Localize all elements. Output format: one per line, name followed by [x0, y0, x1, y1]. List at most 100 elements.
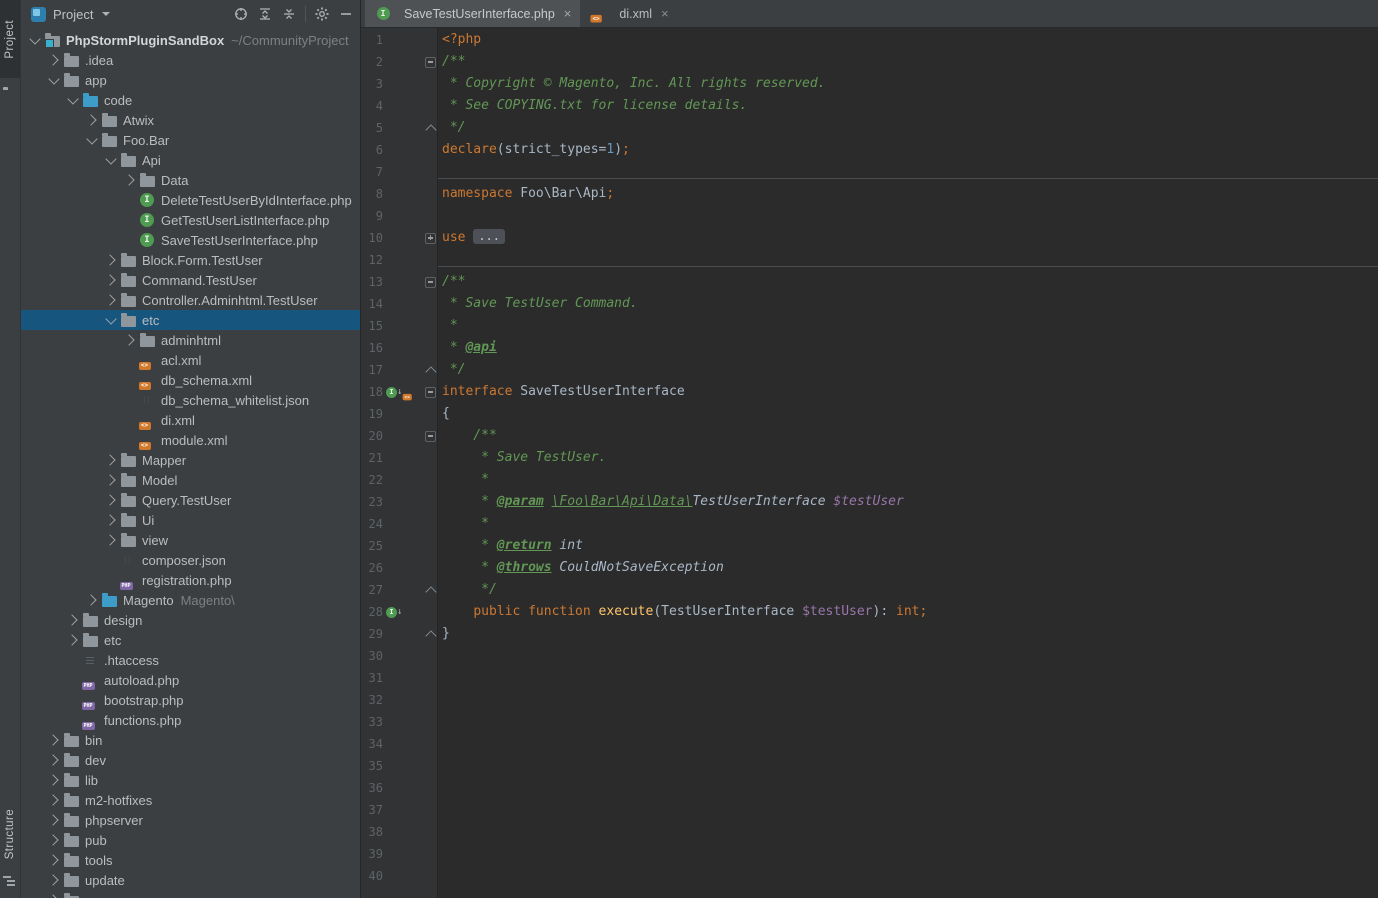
code-line-text[interactable]: /** — [442, 271, 465, 293]
code-line-text[interactable]: <?php — [442, 29, 481, 51]
tree-item-bootstrap-php[interactable]: PHPbootstrap.php — [21, 690, 360, 710]
code-line-text[interactable]: } — [442, 623, 450, 645]
locate-file-icon[interactable] — [233, 6, 249, 22]
tree-item-gettestuserlistinterface-php[interactable]: IGetTestUserListInterface.php — [21, 210, 360, 230]
tree-item-pub[interactable]: pub — [21, 830, 360, 850]
folded-imports-chip[interactable]: ... — [473, 229, 505, 244]
tree-chevron-closed-icon[interactable] — [101, 476, 120, 484]
project-view-combo[interactable]: Project — [31, 7, 110, 22]
code-line-text[interactable]: * @return int — [442, 535, 583, 557]
interface-implemented-icon[interactable]: I — [386, 387, 397, 398]
tree-item-registration-php[interactable]: PHPregistration.php — [21, 570, 360, 590]
code-line-text[interactable]: use ... — [442, 227, 505, 249]
code-line-text[interactable]: * @api — [442, 337, 497, 359]
tree-chevron-closed-icon[interactable] — [101, 296, 120, 304]
fold-marker-start[interactable] — [424, 51, 437, 73]
code-line-text[interactable]: */ — [442, 117, 465, 139]
code-line-text[interactable]: * See COPYING.txt for license details. — [442, 95, 747, 117]
tree-item-lib[interactable]: lib — [21, 770, 360, 790]
tree-chevron-closed-icon[interactable] — [63, 616, 82, 624]
fold-marker-start[interactable] — [424, 425, 437, 447]
fold-marker-end[interactable] — [424, 623, 437, 645]
settings-gear-icon[interactable] — [314, 6, 330, 22]
tree-chevron-closed-icon[interactable] — [44, 56, 63, 64]
tree-chevron-closed-icon[interactable] — [44, 856, 63, 864]
tree-item-api[interactable]: Api — [21, 150, 360, 170]
tree-chevron-closed-icon[interactable] — [120, 176, 139, 184]
code-line-text[interactable]: * @param \Foo\Bar\Api\Data\TestUserInter… — [442, 491, 904, 513]
tree-item-mapper[interactable]: Mapper — [21, 450, 360, 470]
code-line-text[interactable]: */ — [442, 579, 497, 601]
tree-item-etc[interactable]: etc — [21, 630, 360, 650]
tree-item-module-xml[interactable]: <>module.xml — [21, 430, 360, 450]
tree-chevron-closed-icon[interactable] — [82, 116, 101, 124]
fold-marker-folded[interactable] — [424, 227, 437, 249]
tree-item-m2-hotfixes[interactable]: m2-hotfixes — [21, 790, 360, 810]
tree-chevron-closed-icon[interactable] — [44, 816, 63, 824]
implementations-down-arrow-icon[interactable]: ↓ — [397, 607, 402, 617]
hide-panel-icon[interactable] — [338, 6, 354, 22]
tree-item-tools[interactable]: tools — [21, 850, 360, 870]
tree-item-code[interactable]: code — [21, 90, 360, 110]
tree-item-app[interactable]: app — [21, 70, 360, 90]
tree-chevron-closed-icon[interactable] — [44, 756, 63, 764]
tree-item-query-testuser[interactable]: Query.TestUser — [21, 490, 360, 510]
code-line-text[interactable]: { — [442, 403, 450, 425]
structure-tool-window-button[interactable]: Structure — [0, 798, 20, 870]
tree-item-phpserver[interactable]: phpserver — [21, 810, 360, 830]
tree-item-etc[interactable]: etc — [21, 310, 360, 330]
code-line-text[interactable]: * Copyright © Magento, Inc. All rights r… — [442, 73, 826, 95]
tree-item-ui[interactable]: Ui — [21, 510, 360, 530]
tree-chevron-closed-icon[interactable] — [101, 536, 120, 544]
tree-item-view[interactable]: view — [21, 530, 360, 550]
tree-item-composer-json[interactable]: {}composer.json — [21, 550, 360, 570]
code-line-text[interactable]: declare(strict_types=1); — [442, 139, 630, 161]
tree-item-controller-adminhtml-testuser[interactable]: Controller.Adminhtml.TestUser — [21, 290, 360, 310]
tree-item-phpstormpluginsandbox[interactable]: PhpStormPluginSandBox~/CommunityProject — [21, 30, 360, 50]
fold-marker-end[interactable] — [424, 579, 437, 601]
tree-chevron-open-icon[interactable] — [101, 318, 120, 323]
tab-close-icon[interactable]: × — [661, 6, 669, 21]
tree-item-db-schema-xml[interactable]: <>db_schema.xml — [21, 370, 360, 390]
tree-item-deletetestuserbyidinterface-php[interactable]: IDeleteTestUserByIdInterface.php — [21, 190, 360, 210]
code-line-text[interactable]: public function execute(TestUserInterfac… — [442, 601, 927, 623]
tab-close-icon[interactable]: × — [564, 6, 572, 21]
interface-implemented-icon[interactable]: I — [386, 607, 397, 618]
code-line-text[interactable]: namespace Foo\Bar\Api; — [442, 183, 614, 205]
code-line-text[interactable]: */ — [442, 359, 465, 381]
tree-chevron-open-icon[interactable] — [25, 38, 44, 43]
tree-item-autoload-php[interactable]: PHPautoload.php — [21, 670, 360, 690]
tree-item-update[interactable]: update — [21, 870, 360, 890]
tree-chevron-closed-icon[interactable] — [44, 836, 63, 844]
tree-chevron-closed-icon[interactable] — [63, 636, 82, 644]
tree-chevron-closed-icon[interactable] — [101, 256, 120, 264]
code-line-text[interactable]: * Save TestUser. — [442, 447, 606, 469]
code-line-text[interactable]: /** — [442, 51, 465, 73]
tree-item-magento[interactable]: MagentoMagento\ — [21, 590, 360, 610]
expand-all-icon[interactable] — [257, 6, 273, 22]
tree-chevron-closed-icon[interactable] — [120, 336, 139, 344]
tree-chevron-closed-icon[interactable] — [101, 456, 120, 464]
tree-chevron-closed-icon[interactable] — [101, 496, 120, 504]
code-line-text[interactable]: /** — [442, 425, 497, 447]
tree-item-dev[interactable]: dev — [21, 750, 360, 770]
editor-tab-savetestuserinterface-php[interactable]: ISaveTestUserInterface.php× — [365, 0, 580, 27]
tree-item-savetestuserinterface-php[interactable]: ISaveTestUserInterface.php — [21, 230, 360, 250]
tree-chevron-open-icon[interactable] — [82, 138, 101, 143]
tree-item-di-xml[interactable]: <>di.xml — [21, 410, 360, 430]
di-xml-config-icon[interactable]: <> — [405, 386, 415, 398]
tree-chevron-open-icon[interactable] — [44, 78, 63, 83]
tree-item-functions-php[interactable]: PHPfunctions.php — [21, 710, 360, 730]
tree-item-foo-bar[interactable]: Foo.Bar — [21, 130, 360, 150]
code-line-text[interactable]: * Save TestUser Command. — [442, 293, 638, 315]
fold-marker-end[interactable] — [424, 359, 437, 381]
code-line-text[interactable]: * — [442, 513, 489, 535]
tree-item-db-schema-whitelist-json[interactable]: {}db_schema_whitelist.json — [21, 390, 360, 410]
tree-item-command-testuser[interactable]: Command.TestUser — [21, 270, 360, 290]
collapse-all-icon[interactable] — [281, 6, 297, 22]
tree-item--htaccess[interactable]: .htaccess — [21, 650, 360, 670]
fold-marker-end[interactable] — [424, 117, 437, 139]
tree-item-bin[interactable]: bin — [21, 730, 360, 750]
tree-item-model[interactable]: Model — [21, 470, 360, 490]
fold-marker-start[interactable] — [424, 271, 437, 293]
